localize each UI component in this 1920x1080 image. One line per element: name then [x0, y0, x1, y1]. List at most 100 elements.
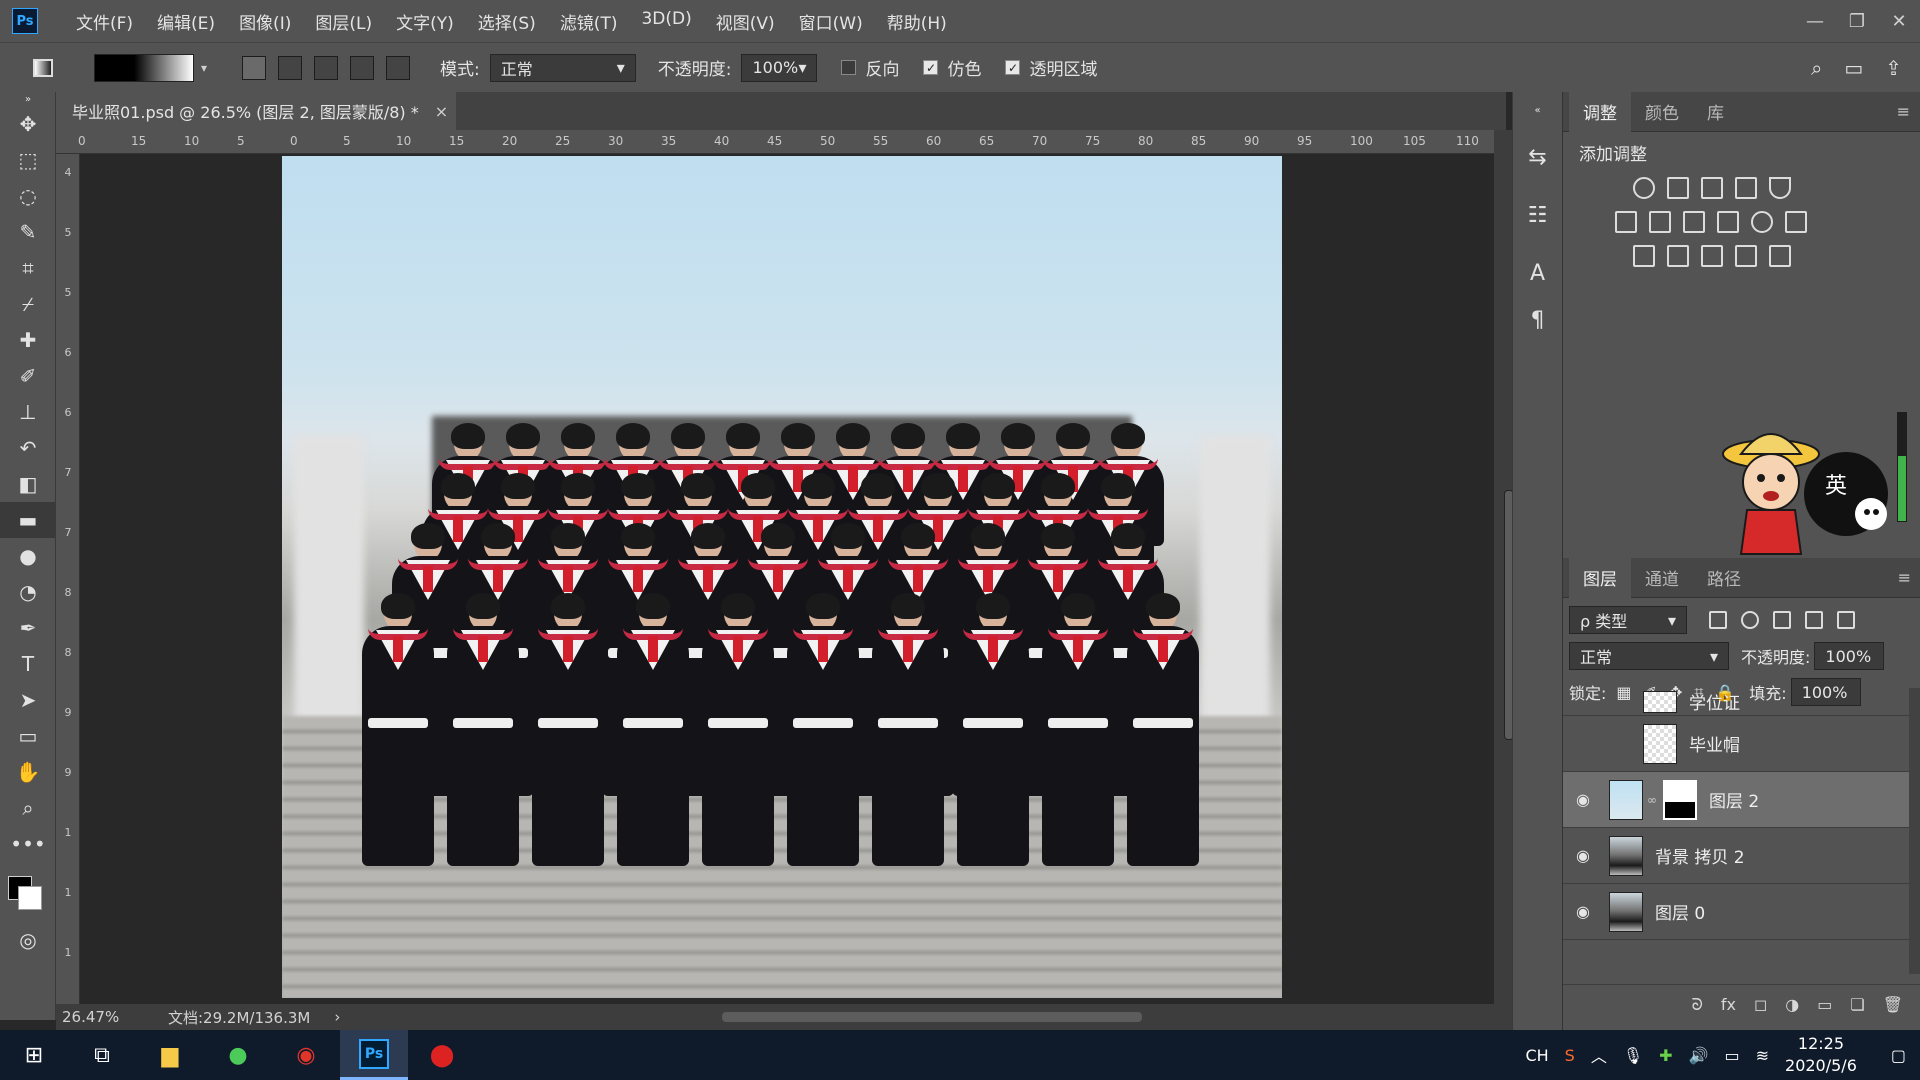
layer-row[interactable]: ◉ 毕业帽: [1563, 716, 1909, 772]
task-view-icon[interactable]: ⧉: [68, 1030, 136, 1080]
hand-tool-icon[interactable]: ✋: [0, 754, 56, 790]
reflected-gradient-button[interactable]: [350, 55, 374, 80]
menu-window[interactable]: 窗口(W): [787, 9, 875, 34]
diamond-gradient-button[interactable]: [386, 55, 410, 80]
new-layer-icon[interactable]: ❏: [1850, 995, 1864, 1014]
zoom-level[interactable]: 26.47%: [56, 1008, 156, 1026]
marquee-tool-icon[interactable]: ⬚: [0, 142, 56, 178]
layer-opacity-input[interactable]: 100%: [1814, 642, 1885, 670]
path-selection-tool-icon[interactable]: ➤: [0, 682, 56, 718]
shape-filter-icon[interactable]: [1805, 611, 1823, 629]
graduation-photo[interactable]: [282, 156, 1282, 998]
tool-preset-picker[interactable]: [22, 53, 64, 83]
input-language[interactable]: CH: [1525, 1046, 1548, 1065]
hue-saturation-icon[interactable]: [1615, 211, 1637, 233]
zoom-tool-icon[interactable]: ⌕: [0, 790, 56, 826]
smart-object-filter-icon[interactable]: [1837, 611, 1855, 629]
recorder-app-icon[interactable]: ⬤: [408, 1030, 476, 1080]
mode-select[interactable]: 正常 ▾: [489, 53, 636, 82]
dither-checkbox[interactable]: ✓ 仿色: [923, 55, 981, 80]
panel-menu-icon[interactable]: ≡: [1897, 102, 1910, 121]
eye-icon[interactable]: ◉: [1563, 790, 1603, 809]
gradient-tool-icon[interactable]: ▬: [0, 502, 56, 538]
delete-layer-icon[interactable]: 🗑: [1883, 995, 1903, 1014]
tab-color[interactable]: 颜色: [1631, 92, 1693, 132]
background-color-swatch[interactable]: [18, 886, 42, 910]
type-filter-icon[interactable]: [1773, 611, 1791, 629]
selective-color-icon[interactable]: [1735, 245, 1757, 267]
panel-menu-icon[interactable]: ≡: [1898, 568, 1911, 587]
link-layers-icon[interactable]: ᘐ: [1692, 995, 1703, 1015]
menu-view[interactable]: 视图(V): [704, 9, 787, 34]
minimize-button[interactable]: —: [1794, 11, 1836, 32]
gradient-map-icon[interactable]: [1769, 245, 1791, 267]
share-icon[interactable]: ⇪: [1885, 56, 1902, 80]
color-balance-icon[interactable]: [1649, 211, 1671, 233]
menu-type[interactable]: 文字(Y): [384, 9, 466, 34]
crop-tool-icon[interactable]: ⌗: [0, 250, 56, 286]
menu-edit[interactable]: 编辑(E): [145, 9, 227, 34]
pixel-filter-icon[interactable]: [1709, 611, 1727, 629]
type-tool-icon[interactable]: T: [0, 646, 56, 682]
start-button[interactable]: ⊞: [0, 1030, 68, 1080]
transparency-checkbox[interactable]: ✓ 透明区域: [1005, 55, 1097, 80]
gradient-dropdown-icon[interactable]: ▾: [194, 61, 214, 75]
tab-libraries[interactable]: 库: [1693, 92, 1738, 132]
linear-gradient-button[interactable]: [242, 55, 266, 80]
character-panel-icon[interactable]: A: [1513, 244, 1562, 302]
black-white-icon[interactable]: [1683, 211, 1705, 233]
music-app-icon[interactable]: ◉: [272, 1030, 340, 1080]
menu-file[interactable]: 文件(F): [64, 9, 145, 34]
document-tab[interactable]: 毕业照01.psd @ 26.5% (图层 2, 图层蒙版/8) * ×: [56, 92, 456, 130]
levels-icon[interactable]: [1667, 177, 1689, 199]
layers-scrollbar[interactable]: [1909, 688, 1920, 974]
ime-mascot[interactable]: [1711, 414, 1901, 564]
clone-stamp-tool-icon[interactable]: ⊥: [0, 394, 56, 430]
eraser-tool-icon[interactable]: ◧: [0, 466, 56, 502]
channel-mixer-icon[interactable]: [1751, 211, 1773, 233]
security-app-icon[interactable]: ✚: [1659, 1046, 1672, 1065]
tab-layers[interactable]: 图层: [1569, 557, 1631, 598]
visibility-toggle[interactable]: ◉: [1563, 692, 1603, 711]
add-mask-icon[interactable]: ◻: [1754, 995, 1767, 1014]
layer-row-selected[interactable]: ◉ ∞ 图层 2: [1563, 772, 1909, 828]
fx-icon[interactable]: fx: [1721, 995, 1736, 1014]
new-adjustment-layer-icon[interactable]: ◑: [1785, 995, 1799, 1014]
menu-help[interactable]: 帮助(H): [875, 9, 959, 34]
brightness-icon[interactable]: [1633, 177, 1655, 199]
file-explorer-icon[interactable]: ▆: [136, 1030, 204, 1080]
brush-tool-icon[interactable]: ✐: [0, 358, 56, 394]
blend-mode-select[interactable]: 正常 ▾: [1569, 642, 1729, 670]
reverse-checkbox[interactable]: 反向: [841, 55, 899, 80]
photo-filter-icon[interactable]: [1717, 211, 1739, 233]
move-tool-icon[interactable]: ✥: [0, 106, 56, 142]
invert-icon[interactable]: [1633, 245, 1655, 267]
healing-brush-tool-icon[interactable]: ✚: [0, 322, 56, 358]
collapse-panels-icon[interactable]: «: [1513, 92, 1562, 128]
menu-select[interactable]: 选择(S): [466, 9, 548, 34]
volume-slider[interactable]: [1897, 412, 1907, 522]
menu-image[interactable]: 图像(I): [227, 9, 303, 34]
eyedropper-tool-icon[interactable]: ⌿: [0, 286, 56, 322]
wifi-icon[interactable]: ≋: [1756, 1046, 1769, 1065]
color-lookup-icon[interactable]: [1785, 211, 1807, 233]
vibrance-icon[interactable]: [1769, 177, 1791, 199]
link-icon[interactable]: ∞: [1647, 793, 1657, 807]
radial-gradient-button[interactable]: [278, 55, 302, 80]
paragraph-panel-icon[interactable]: ¶: [1513, 302, 1562, 338]
horizontal-scrollbar[interactable]: [722, 1012, 1142, 1022]
threshold-icon[interactable]: [1701, 245, 1723, 267]
collapse-toolbar-icon[interactable]: »: [0, 92, 56, 106]
angle-gradient-button[interactable]: [314, 55, 338, 80]
restore-button[interactable]: ❐: [1836, 11, 1878, 32]
browser-icon[interactable]: ●: [204, 1030, 272, 1080]
more-tools-icon[interactable]: •••: [0, 826, 56, 862]
microphone-icon[interactable]: 🎙: [1623, 1046, 1643, 1065]
battery-icon[interactable]: ▭: [1724, 1046, 1739, 1065]
vertical-scrollbar[interactable]: [1494, 130, 1514, 1004]
quick-mask-icon[interactable]: ◎: [0, 922, 56, 958]
new-group-icon[interactable]: ▭: [1817, 995, 1832, 1014]
tab-adjustments[interactable]: 调整: [1569, 91, 1631, 132]
history-panel-icon[interactable]: ⇆: [1513, 128, 1562, 186]
photoshop-taskbar-icon[interactable]: Ps: [340, 1030, 408, 1080]
